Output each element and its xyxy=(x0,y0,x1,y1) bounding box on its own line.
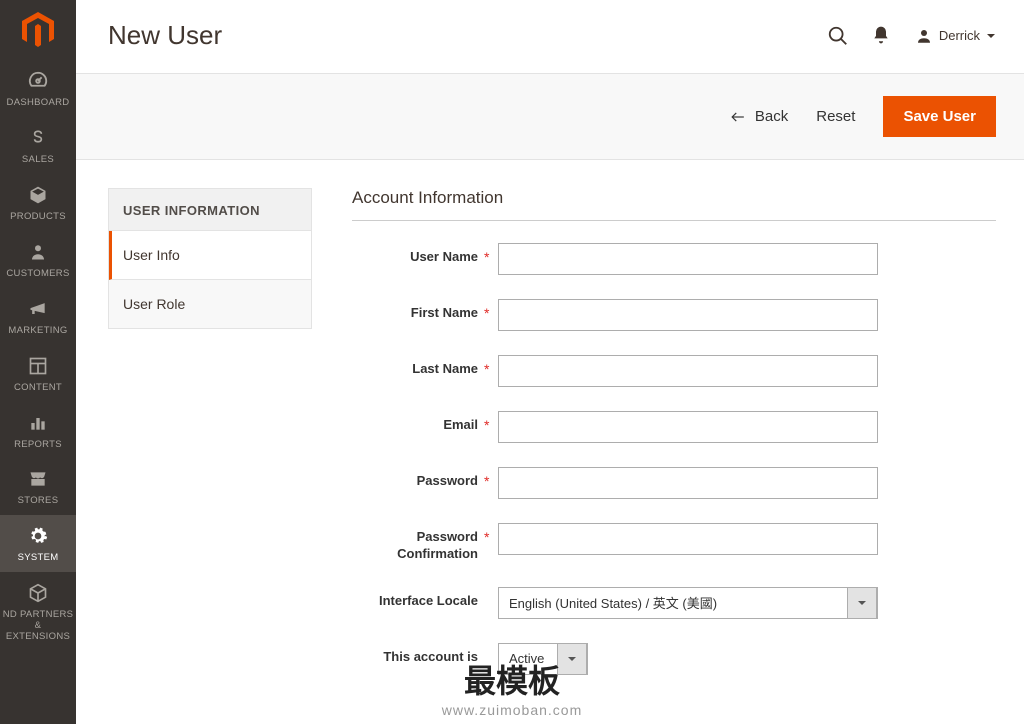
back-button[interactable]: Back xyxy=(729,108,788,125)
label-account-is: This account is xyxy=(352,643,478,666)
required-marker: * xyxy=(484,411,492,433)
email-input[interactable] xyxy=(498,411,878,443)
nav-stores[interactable]: STORES xyxy=(0,458,76,515)
storefront-icon xyxy=(27,468,49,490)
action-toolbar: Back Reset Save User xyxy=(76,73,1024,160)
user-icon xyxy=(915,27,933,45)
nav-sales[interactable]: SALES xyxy=(0,117,76,174)
nav-content[interactable]: CONTENT xyxy=(0,345,76,402)
nav-dashboard[interactable]: DASHBOARD xyxy=(0,60,76,117)
page-title: New User xyxy=(108,20,827,51)
package-icon xyxy=(27,582,49,604)
nav-customers[interactable]: CUSTOMERS xyxy=(0,231,76,288)
gauge-icon xyxy=(27,70,49,92)
main-content: New User Derrick Back Reset Save User US… xyxy=(76,0,1024,724)
username-input[interactable] xyxy=(498,243,878,275)
account-status-select[interactable]: Active xyxy=(498,643,588,675)
required-marker: * xyxy=(484,523,492,545)
section-title: Account Information xyxy=(352,188,996,221)
username-label: Derrick xyxy=(939,28,980,43)
password-input[interactable] xyxy=(498,467,878,499)
person-icon xyxy=(27,241,49,263)
magento-logo[interactable] xyxy=(0,0,76,60)
megaphone-icon xyxy=(27,298,49,320)
label-locale: Interface Locale xyxy=(352,587,478,610)
save-user-button[interactable]: Save User xyxy=(883,96,996,137)
tab-user-info[interactable]: User Info xyxy=(109,231,311,280)
required-marker: * xyxy=(484,299,492,321)
page-header: New User Derrick xyxy=(76,0,1024,63)
label-email: Email xyxy=(352,411,478,434)
required-marker: * xyxy=(484,243,492,265)
nav-partners[interactable]: ND PARTNERS & EXTENSIONS xyxy=(0,572,76,651)
notifications-button[interactable] xyxy=(871,25,893,47)
layout-icon xyxy=(27,355,49,377)
nav-system[interactable]: SYSTEM xyxy=(0,515,76,572)
user-info-tabs: USER INFORMATION User Info User Role xyxy=(108,188,312,329)
label-password-confirm: Password Confirmation xyxy=(352,523,478,563)
bars-icon xyxy=(27,412,49,434)
label-lastname: Last Name xyxy=(352,355,478,378)
locale-select[interactable]: English (United States) / 英文 (美國) xyxy=(498,587,878,619)
gear-icon xyxy=(27,525,49,547)
chevron-down-icon xyxy=(986,31,996,41)
chevron-down-icon xyxy=(557,643,587,675)
admin-sidebar: DASHBOARD SALES PRODUCTS CUSTOMERS MARKE… xyxy=(0,0,76,724)
cube-icon xyxy=(27,184,49,206)
label-username: User Name xyxy=(352,243,478,266)
tab-user-role[interactable]: User Role xyxy=(109,280,311,328)
account-form: Account Information User Name * First Na… xyxy=(352,188,996,699)
required-marker: * xyxy=(484,355,492,377)
label-password: Password xyxy=(352,467,478,490)
lastname-input[interactable] xyxy=(498,355,878,387)
user-menu[interactable]: Derrick xyxy=(915,27,996,45)
nav-products[interactable]: PRODUCTS xyxy=(0,174,76,231)
firstname-input[interactable] xyxy=(498,299,878,331)
label-firstname: First Name xyxy=(352,299,478,322)
side-tabs-title: USER INFORMATION xyxy=(109,189,311,231)
reset-button[interactable]: Reset xyxy=(816,108,855,125)
required-marker: * xyxy=(484,467,492,489)
nav-reports[interactable]: REPORTS xyxy=(0,402,76,459)
nav-marketing[interactable]: MARKETING xyxy=(0,288,76,345)
chevron-down-icon xyxy=(847,587,877,619)
dollar-icon xyxy=(27,127,49,149)
password-confirm-input[interactable] xyxy=(498,523,878,555)
search-button[interactable] xyxy=(827,25,849,47)
arrow-left-icon xyxy=(729,110,747,124)
